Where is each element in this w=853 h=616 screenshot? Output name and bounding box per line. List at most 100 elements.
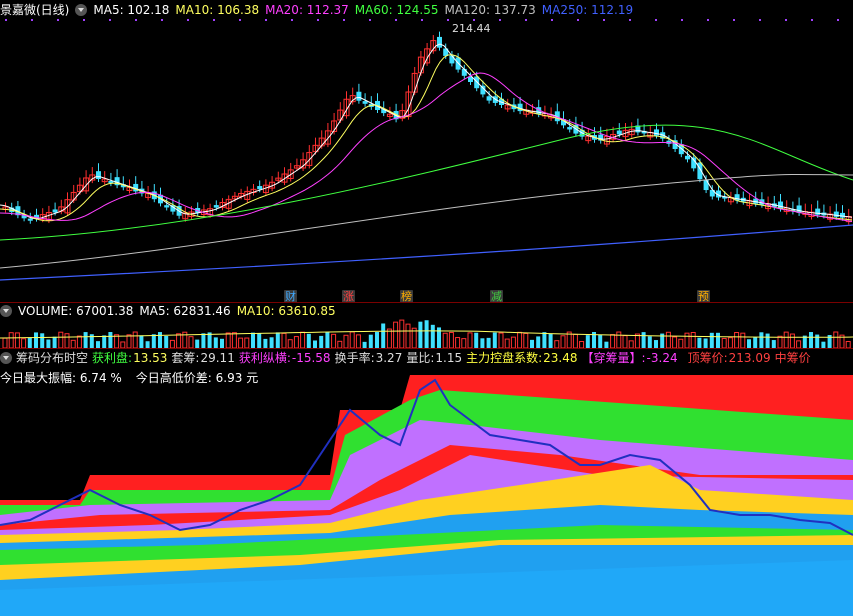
profit-pull-value: -15.58 — [291, 351, 331, 365]
mid-price-label: 中筹价 — [774, 351, 811, 365]
lock-label: 套筹: — [171, 351, 200, 365]
volume-bar — [287, 339, 293, 348]
chip-distribution-chart[interactable] — [0, 365, 853, 616]
volume-bar — [789, 333, 795, 348]
dot-marker — [109, 19, 111, 21]
control-value: 23.48 — [543, 351, 578, 365]
volume-bar — [622, 335, 628, 348]
dot-marker — [525, 19, 527, 21]
volume-bar — [313, 340, 317, 348]
dot-marker — [395, 19, 397, 21]
volume-bar — [572, 333, 578, 348]
volume-bar — [560, 335, 566, 348]
volume-bar — [771, 340, 776, 348]
dot-marker — [421, 19, 423, 21]
dot-marker — [707, 19, 709, 21]
volume-bar — [461, 338, 467, 348]
volume-bar — [40, 333, 45, 348]
chip-title: 筹码分布时空 — [16, 351, 89, 365]
candle — [164, 205, 170, 208]
volume-bar — [833, 331, 839, 348]
volume-bar — [281, 332, 287, 348]
volume-bar — [753, 336, 758, 348]
volume-bar — [158, 332, 162, 348]
candle — [567, 127, 573, 130]
wear-value: -3.24 — [646, 351, 678, 365]
dropdown-icon[interactable] — [0, 352, 12, 364]
top-price-label: 顶筹价: — [687, 351, 728, 365]
volume-bar — [225, 332, 231, 348]
volume-bar — [709, 332, 714, 348]
volume-bar — [293, 336, 299, 348]
volume-bar — [251, 332, 255, 348]
volume-bar — [244, 337, 250, 348]
volume-bar — [654, 340, 658, 348]
volume-bar — [27, 337, 32, 348]
volume-bar — [169, 339, 175, 348]
volume-bar — [238, 337, 244, 348]
volume-bar — [70, 339, 76, 348]
volume-bar — [325, 332, 330, 348]
dropdown-icon[interactable] — [0, 305, 12, 317]
dot-marker — [603, 19, 605, 21]
dot-marker — [785, 19, 787, 21]
ma60-line — [0, 124, 853, 241]
volume-bar — [530, 339, 534, 348]
volume-bar — [480, 338, 485, 348]
candle — [778, 201, 783, 209]
volume-bar — [176, 333, 182, 348]
volume-bar — [58, 331, 64, 348]
volume-bar — [510, 336, 516, 348]
volratio-value: 1.15 — [435, 351, 463, 365]
volume-bar — [64, 333, 70, 348]
dot-marker — [577, 19, 579, 21]
profit-value: 13.53 — [133, 351, 168, 365]
volume-bar — [442, 332, 448, 348]
dot-marker — [629, 19, 631, 21]
candle — [362, 101, 368, 104]
volume-bar — [139, 335, 144, 348]
dot-marker — [655, 19, 657, 21]
volume-bar — [628, 340, 634, 348]
volume-bar — [300, 331, 306, 348]
dot-marker — [265, 19, 267, 21]
volume-bar — [815, 334, 820, 348]
dot-marker — [135, 19, 137, 21]
volume-bar — [231, 332, 237, 348]
volume-bar — [777, 335, 783, 348]
volume-bar — [386, 328, 392, 348]
dot-marker — [369, 19, 371, 21]
volume-bar — [678, 338, 684, 348]
volume-bar — [337, 340, 343, 348]
volume-bar — [498, 332, 504, 348]
lock-value: 29.11 — [200, 351, 235, 365]
volume-bar — [809, 332, 813, 348]
volume-bar — [349, 331, 355, 348]
volratio-label: 量比: — [406, 351, 435, 365]
top-price-value: 213.09 — [728, 351, 771, 365]
volume-bar — [647, 336, 652, 348]
volume-bar — [188, 336, 194, 348]
dot-marker — [447, 19, 449, 21]
volume-bar — [492, 332, 497, 348]
volume-bar — [418, 321, 423, 348]
dot-marker — [57, 19, 59, 21]
dot-marker — [499, 19, 501, 21]
volume-bar — [486, 337, 491, 348]
volume-bar — [108, 332, 113, 348]
dot-marker — [187, 19, 189, 21]
volume-bar — [517, 331, 523, 348]
volume-chart[interactable] — [0, 318, 853, 348]
volume-value: VOLUME: 67001.38 — [18, 304, 134, 318]
volume-bar — [641, 332, 646, 348]
volume-bar — [727, 337, 733, 348]
volume-bar — [343, 334, 349, 348]
dot-marker — [161, 19, 163, 21]
volume-header: VOLUME: 67001.38 MA5: 62831.46 MA10: 636… — [0, 303, 336, 319]
volume-bar — [132, 331, 138, 348]
price-chart[interactable] — [0, 0, 853, 300]
candle — [616, 130, 622, 135]
dot-marker — [317, 19, 319, 21]
dot-marker — [473, 19, 475, 21]
volume-bar — [598, 335, 603, 348]
